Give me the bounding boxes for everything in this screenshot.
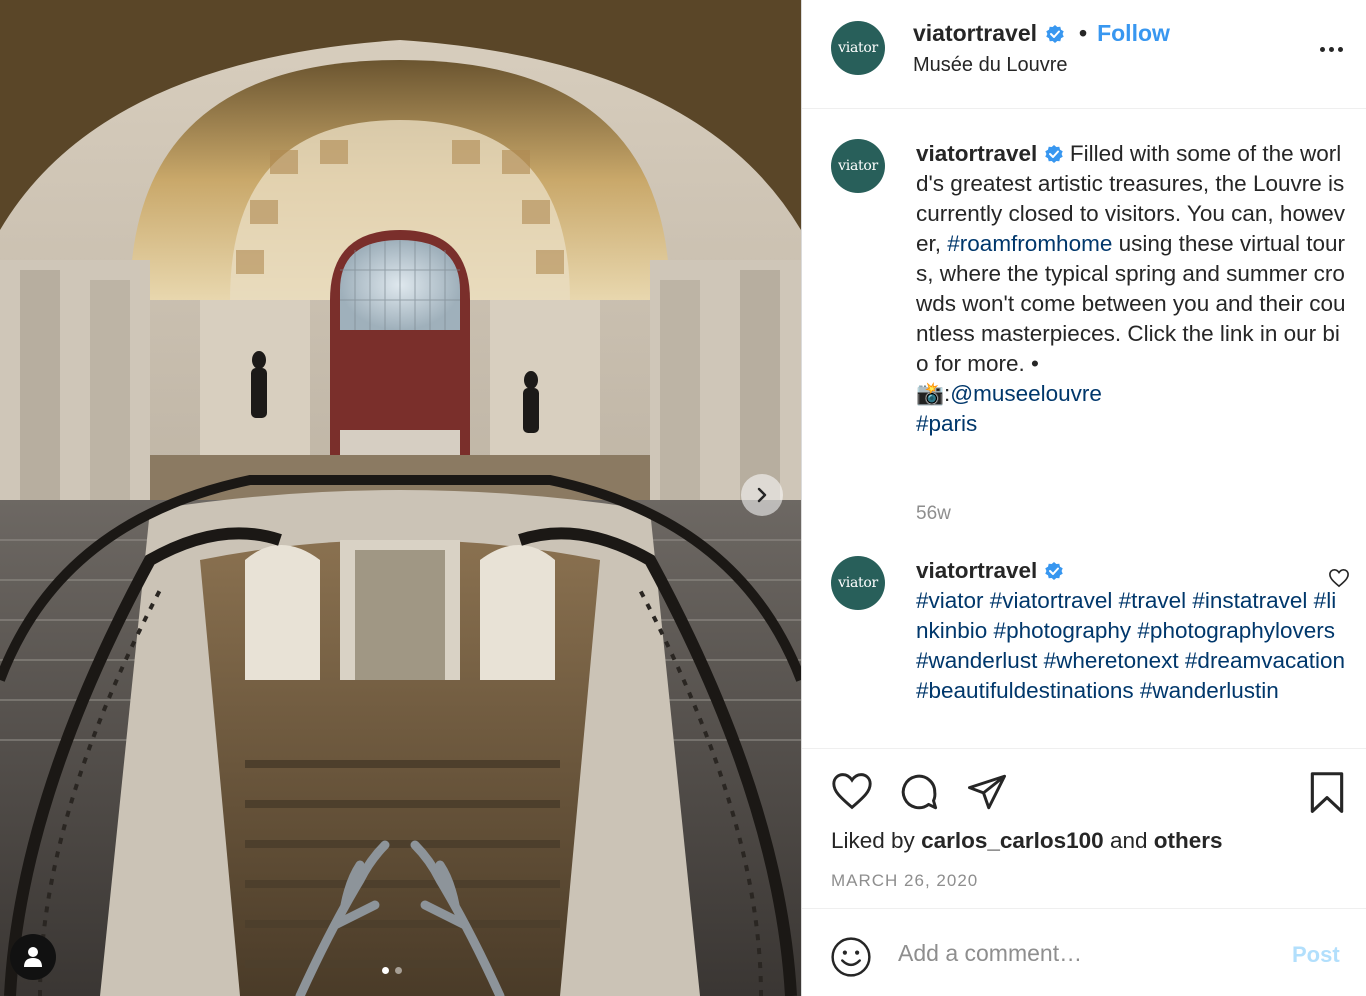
follow-button[interactable]: Follow: [1097, 20, 1170, 47]
timestamp[interactable]: 56w: [916, 503, 951, 525]
likes-prefix: Liked by: [831, 828, 922, 853]
bookmark-icon[interactable]: [1307, 771, 1347, 815]
comment-username[interactable]: viatortravel: [916, 141, 1037, 166]
comment-input[interactable]: [898, 935, 1278, 971]
carousel-indicator: [382, 967, 402, 974]
post-button[interactable]: Post: [1292, 942, 1340, 968]
verified-badge-icon: [1044, 145, 1063, 163]
avatar-text: viator: [838, 40, 878, 56]
more-options-icon[interactable]: [1314, 36, 1348, 62]
liked-by-others-link[interactable]: others: [1154, 828, 1223, 853]
camera-emoji: 📸: [916, 381, 945, 406]
avatar-text: viator: [838, 575, 878, 591]
avatar[interactable]: viator: [831, 139, 885, 193]
hashtag-list[interactable]: #viator #viatortravel #travel #instatrav…: [916, 588, 1345, 703]
post-photo[interactable]: [0, 0, 801, 996]
comment-icon[interactable]: [898, 771, 940, 813]
likes-summary: Liked by carlos_carlos100 and others: [831, 828, 1223, 854]
louvre-staircase-image: [0, 0, 801, 996]
tagged-users-button[interactable]: [10, 934, 56, 980]
carousel-dot: [395, 967, 402, 974]
liked-by-user-link[interactable]: carlos_carlos100: [921, 828, 1104, 853]
location-link[interactable]: Musée du Louvre: [913, 54, 1068, 77]
carousel-dot-active: [382, 967, 389, 974]
add-comment-bar: Post: [802, 908, 1366, 996]
avatar[interactable]: viator: [831, 21, 885, 75]
author-username[interactable]: viatortravel: [913, 20, 1037, 47]
share-icon[interactable]: [965, 771, 1009, 813]
post-header: viator viatortravel • Follow Musée du Lo…: [802, 0, 1366, 109]
author-row: viatortravel • Follow: [913, 20, 1170, 47]
comments-list[interactable]: viator viatortravel Filled with some of …: [802, 110, 1366, 748]
verified-badge-icon: [1044, 562, 1063, 580]
avatar[interactable]: viator: [831, 556, 885, 610]
mention-link[interactable]: @museelouvre: [950, 381, 1102, 406]
comment-text: viatortravel #viator #viatortravel #trav…: [916, 556, 1346, 706]
hashtag-link[interactable]: #roamfromhome: [947, 231, 1112, 256]
comment-username[interactable]: viatortravel: [916, 558, 1037, 583]
verified-badge-icon: [1046, 24, 1064, 43]
caption-text: viatortravel Filled with some of the wor…: [916, 139, 1346, 439]
post-details-panel: viator viatortravel • Follow Musée du Lo…: [801, 0, 1366, 996]
heart-icon[interactable]: [830, 771, 874, 811]
post-actions: Liked by carlos_carlos100 and others MAR…: [802, 748, 1366, 908]
likes-and: and: [1103, 828, 1154, 853]
user-tag-icon: [24, 947, 42, 967]
hashtag-link[interactable]: #paris: [916, 411, 977, 436]
heart-icon[interactable]: [1328, 568, 1350, 588]
post-date[interactable]: MARCH 26, 2020: [831, 871, 978, 891]
separator-dot: •: [1079, 20, 1088, 46]
chevron-right-icon: [757, 487, 767, 503]
avatar-text: viator: [838, 158, 878, 174]
emoji-icon[interactable]: [830, 936, 872, 978]
next-slide-button[interactable]: [741, 474, 783, 516]
